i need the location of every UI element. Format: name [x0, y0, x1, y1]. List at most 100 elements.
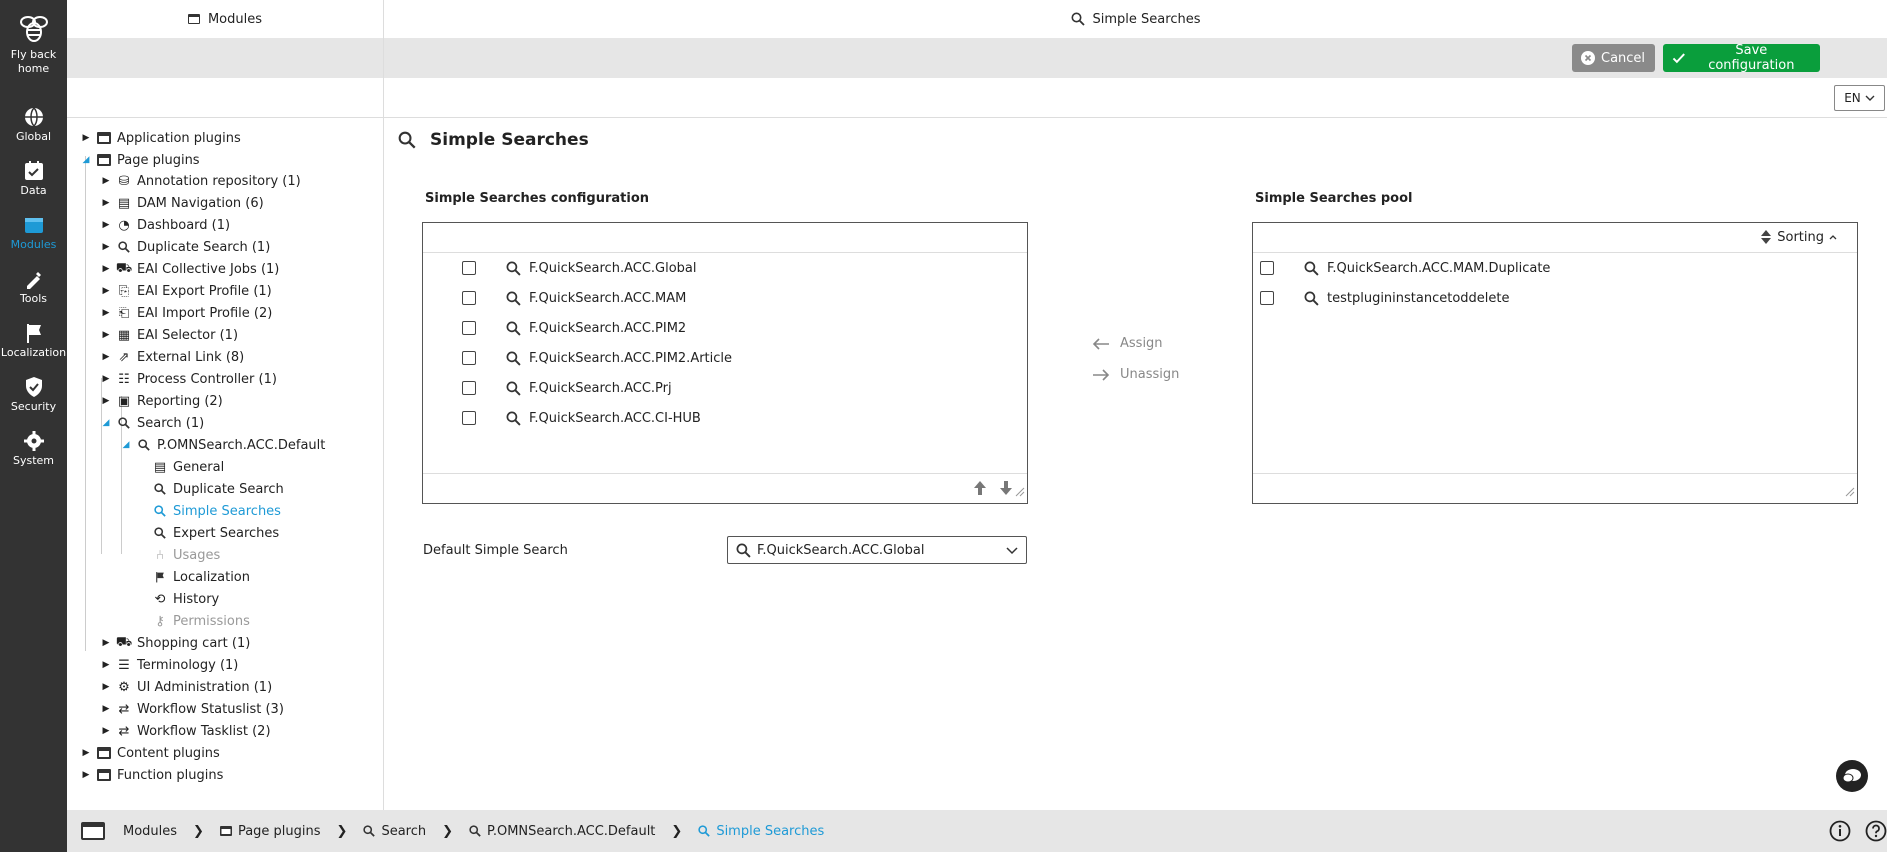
- unassign-label: Unassign: [1120, 367, 1180, 382]
- assign-button[interactable]: Assign: [1092, 336, 1163, 351]
- breadcrumb-page-plugins[interactable]: Page plugins: [219, 824, 321, 839]
- list-item[interactable]: F.QuickSearch.ACC.Global: [462, 257, 697, 279]
- info-icon[interactable]: [1829, 820, 1851, 842]
- tree-node-expert-searches[interactable]: Expert Searches: [153, 523, 279, 543]
- list-item[interactable]: F.QuickSearch.ACC.PIM2.Article: [462, 347, 732, 369]
- expand-toggle-icon[interactable]: ▶: [101, 198, 111, 208]
- move-up-icon[interactable]: [973, 480, 987, 500]
- tree-node-application-plugins[interactable]: ▶ Application plugins: [81, 128, 241, 148]
- collapse-toggle-icon[interactable]: ◢: [101, 418, 111, 428]
- tree-node-eai-export-profile[interactable]: ▶ ⎘ EAI Export Profile (1): [101, 281, 272, 301]
- expand-toggle-icon[interactable]: ▶: [81, 133, 91, 143]
- expand-toggle-icon[interactable]: ▶: [101, 726, 111, 736]
- search-icon: [363, 825, 376, 837]
- sorting-button[interactable]: Sorting: [1760, 229, 1837, 245]
- tree-node-usages[interactable]: ⑃ Usages: [153, 545, 220, 565]
- collapse-toggle-icon[interactable]: ◢: [121, 440, 131, 450]
- tree-node-workflow-statuslist[interactable]: ▶ ⇄ Workflow Statuslist (3): [101, 699, 284, 719]
- tree-node-annotation-repository[interactable]: ▶ ⛁ Annotation repository (1): [101, 171, 301, 191]
- tree-node-eai-import-profile[interactable]: ▶ ⎗ EAI Import Profile (2): [101, 303, 273, 323]
- expand-toggle-icon[interactable]: ▶: [101, 286, 111, 296]
- rail-item-modules[interactable]: Modules: [0, 214, 67, 251]
- expand-toggle-icon[interactable]: ▶: [101, 374, 111, 384]
- collapse-toggle-icon[interactable]: ◢: [81, 155, 91, 165]
- expand-toggle-icon[interactable]: ▶: [101, 264, 111, 274]
- list-item[interactable]: F.QuickSearch.ACC.MAM.Duplicate: [1260, 257, 1550, 279]
- rail-item-data[interactable]: Data: [0, 160, 67, 197]
- resize-grip-icon[interactable]: [1843, 485, 1855, 501]
- config-listbox[interactable]: F.QuickSearch.ACC.Global F.QuickSearch.A…: [422, 222, 1028, 504]
- item-checkbox[interactable]: [462, 411, 476, 425]
- expand-toggle-icon[interactable]: ▶: [81, 748, 91, 758]
- list-item[interactable]: F.QuickSearch.ACC.CI-HUB: [462, 407, 701, 429]
- tree-node-terminology[interactable]: ▶ ☰ Terminology (1): [101, 655, 239, 675]
- tree-node-dam-navigation[interactable]: ▶ ▤ DAM Navigation (6): [101, 193, 264, 213]
- tree-node-reporting[interactable]: ▶ ▣ Reporting (2): [101, 391, 223, 411]
- tree-node-simple-searches[interactable]: Simple Searches: [153, 501, 281, 521]
- expand-toggle-icon[interactable]: ▶: [101, 176, 111, 186]
- breadcrumb-modules[interactable]: Modules: [81, 822, 177, 840]
- tree-guide: [85, 156, 86, 651]
- expand-toggle-icon[interactable]: ▶: [101, 660, 111, 670]
- expand-toggle-icon[interactable]: ▶: [81, 770, 91, 780]
- tree-node-permissions[interactable]: ⚷ Permissions: [153, 611, 250, 631]
- breadcrumb-search[interactable]: Search: [363, 824, 426, 839]
- tree-node-ui-administration[interactable]: ▶ ⚙ UI Administration (1): [101, 677, 273, 697]
- help-icon[interactable]: [1865, 820, 1887, 842]
- pool-listbox[interactable]: Sorting F.QuickSearch.ACC.MAM.Duplicate …: [1252, 222, 1858, 504]
- list-item[interactable]: F.QuickSearch.ACC.MAM: [462, 287, 686, 309]
- item-checkbox[interactable]: [1260, 261, 1274, 275]
- tree-node-general[interactable]: ▤ General: [153, 457, 224, 477]
- expand-toggle-icon[interactable]: ▶: [101, 308, 111, 318]
- tree-node-duplicate-search[interactable]: ▶ Duplicate Search (1): [101, 237, 271, 257]
- item-checkbox[interactable]: [462, 351, 476, 365]
- list-item[interactable]: testplugininstancetoddelete: [1260, 287, 1510, 309]
- tree-node-history[interactable]: ⟲ History: [153, 589, 220, 609]
- rail-item-global[interactable]: Global: [0, 106, 67, 143]
- breadcrumb-simple-searches[interactable]: Simple Searches: [698, 824, 824, 839]
- tree-node-function-plugins[interactable]: ▶ Function plugins: [81, 765, 224, 785]
- save-configuration-button[interactable]: Save configuration: [1663, 43, 1820, 73]
- tree-node-localization[interactable]: Localization: [153, 567, 250, 587]
- rail-item-system[interactable]: System: [0, 430, 67, 467]
- tree-node-shopping-cart[interactable]: ▶ ⛟ Shopping cart (1): [101, 633, 251, 653]
- move-down-icon[interactable]: [999, 480, 1013, 500]
- rail-item-localization[interactable]: Localization: [0, 322, 67, 359]
- tree-node-process-controller[interactable]: ▶ ☷ Process Controller (1): [101, 369, 277, 389]
- resize-grip-icon[interactable]: [1013, 485, 1025, 501]
- expand-toggle-icon[interactable]: ▶: [101, 242, 111, 252]
- expand-toggle-icon[interactable]: ▶: [101, 704, 111, 714]
- default-simple-search-select[interactable]: F.QuickSearch.ACC.Global: [727, 536, 1027, 564]
- tree-node-search-instance[interactable]: ◢ P.OMNSearch.ACC.Default: [121, 435, 326, 455]
- expand-toggle-icon[interactable]: ▶: [101, 352, 111, 362]
- fly-back-home-button[interactable]: Fly back home: [0, 12, 67, 76]
- item-checkbox[interactable]: [462, 261, 476, 275]
- cancel-button[interactable]: Cancel: [1572, 44, 1655, 72]
- tree-node-page-plugins[interactable]: ◢ Page plugins: [81, 150, 200, 170]
- rail-item-tools[interactable]: Tools: [0, 268, 67, 305]
- breadcrumb-search-instance[interactable]: P.OMNSearch.ACC.Default: [469, 824, 655, 839]
- language-select[interactable]: EN: [1834, 85, 1885, 111]
- tree-node-search[interactable]: ◢ Search (1): [101, 413, 205, 433]
- tree-node-external-link[interactable]: ▶ ⇗ External Link (8): [101, 347, 245, 367]
- expand-toggle-icon[interactable]: ▶: [101, 396, 111, 406]
- expand-toggle-icon[interactable]: ▶: [101, 220, 111, 230]
- tree-node-eai-selector[interactable]: ▶ ▦ EAI Selector (1): [101, 325, 239, 345]
- expand-toggle-icon[interactable]: ▶: [101, 638, 111, 648]
- expand-toggle-icon[interactable]: ▶: [101, 330, 111, 340]
- item-checkbox[interactable]: [462, 381, 476, 395]
- item-checkbox[interactable]: [462, 321, 476, 335]
- tree-node-content-plugins[interactable]: ▶ Content plugins: [81, 743, 220, 763]
- chat-button[interactable]: [1836, 760, 1868, 792]
- tree-node-eai-collective-jobs[interactable]: ▶ ⛟ EAI Collective Jobs (1): [101, 259, 280, 279]
- list-item[interactable]: F.QuickSearch.ACC.PIM2: [462, 317, 686, 339]
- rail-item-security[interactable]: Security: [0, 376, 67, 413]
- item-checkbox[interactable]: [462, 291, 476, 305]
- list-item[interactable]: F.QuickSearch.ACC.Prj: [462, 377, 672, 399]
- expand-toggle-icon[interactable]: ▶: [101, 682, 111, 692]
- tree-node-workflow-tasklist[interactable]: ▶ ⇄ Workflow Tasklist (2): [101, 721, 271, 741]
- tree-node-duplicate-search-child[interactable]: Duplicate Search: [153, 479, 284, 499]
- item-checkbox[interactable]: [1260, 291, 1274, 305]
- tree-node-dashboard[interactable]: ▶ ◔ Dashboard (1): [101, 215, 231, 235]
- unassign-button[interactable]: Unassign: [1092, 367, 1179, 382]
